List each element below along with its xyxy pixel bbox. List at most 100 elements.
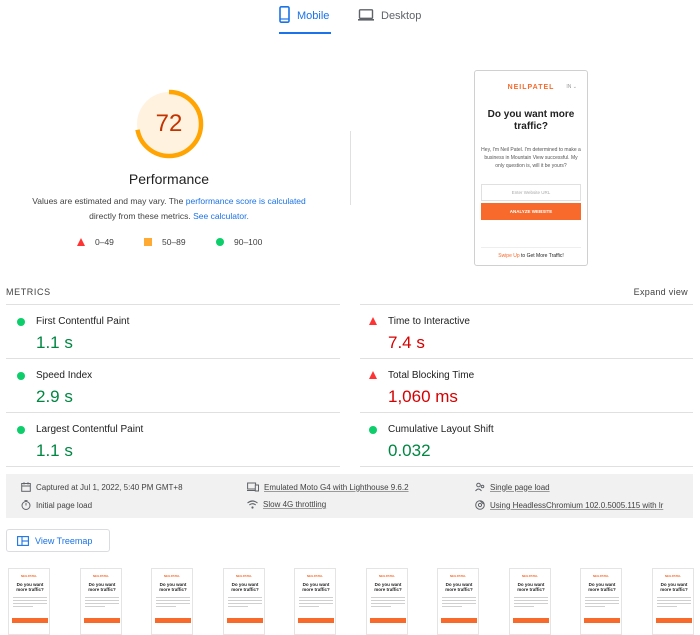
initial-page-load-text: Initial page load xyxy=(36,500,93,510)
pass-circle-icon xyxy=(17,426,25,434)
timer-icon xyxy=(21,500,31,510)
people-icon xyxy=(475,482,485,492)
square-icon xyxy=(144,238,152,246)
metric-name: Speed Index xyxy=(36,370,93,381)
device-tabs: Mobile Desktop xyxy=(0,0,700,34)
captured-at-text: Captured at Jul 1, 2022, 5:40 PM GMT+8 xyxy=(36,482,183,492)
globe-icon xyxy=(475,500,485,510)
network-throttling-text: Slow 4G throttling xyxy=(263,500,327,509)
thumbnail-text-line xyxy=(442,597,476,598)
thumbnail-headline: Do you want more traffic? xyxy=(660,582,688,592)
metric-value: 7.4 s xyxy=(388,333,425,352)
circle-icon xyxy=(216,238,224,246)
thumbnail-text-line xyxy=(156,603,190,604)
filmstrip-thumbnail: NEILPATEL Do you want more traffic? xyxy=(580,568,622,635)
thumbnail-brand: NEILPATEL xyxy=(378,574,396,578)
thumbnail-text-line xyxy=(228,606,248,607)
view-treemap-button[interactable]: View Treemap xyxy=(6,529,110,552)
filmstrip-thumbnail: NEILPATEL Do you want more traffic? xyxy=(8,568,50,635)
network-throttling[interactable]: Slow 4G throttling xyxy=(247,500,326,509)
metric-name: Time to Interactive xyxy=(388,316,470,327)
legend-pass: 90–100 xyxy=(216,236,262,248)
triangle-icon xyxy=(77,238,85,246)
tab-mobile[interactable]: Mobile xyxy=(279,6,331,34)
smartphone-icon xyxy=(279,6,290,23)
emulated-device-text: Emulated Moto G4 with Lighthouse 9.6.2 xyxy=(264,482,409,492)
thumbnail-headline: Do you want more traffic? xyxy=(588,582,616,592)
pass-circle-icon xyxy=(369,426,377,434)
thumbnail-text-line xyxy=(13,603,47,604)
tab-desktop[interactable]: Desktop xyxy=(358,6,428,34)
thumbnail-text-line xyxy=(228,600,262,601)
pass-circle-icon xyxy=(17,318,25,326)
thumbnail-button xyxy=(513,618,549,623)
thumbnail-button xyxy=(298,618,334,623)
thumbnail-headline: Do you want more traffic? xyxy=(159,582,187,592)
legend-fail-label: 0–49 xyxy=(95,237,114,247)
divider xyxy=(350,131,351,205)
emulated-device[interactable]: Emulated Moto G4 with Lighthouse 9.6.2 xyxy=(247,482,409,492)
score-note-text-2: directly from these metrics. xyxy=(89,211,194,221)
swipe-highlight: Swipe Up xyxy=(498,253,520,259)
thumbnail-text-line xyxy=(13,600,47,601)
metric-name: Cumulative Layout Shift xyxy=(388,424,494,435)
fail-triangle-icon xyxy=(369,371,377,379)
thumbnail-brand: NEILPATEL xyxy=(449,574,467,578)
thumbnail-headline: Do you want more traffic? xyxy=(302,582,330,592)
metrics-heading: METRICS xyxy=(6,287,51,297)
thumbnail-text-line xyxy=(299,597,333,598)
thumbnail-brand: NEILPATEL xyxy=(592,574,610,578)
thumbnail-text-line xyxy=(514,606,534,607)
captured-at: Captured at Jul 1, 2022, 5:40 PM GMT+8 xyxy=(21,482,183,492)
swipe-rest: to Get More Traffic! xyxy=(519,253,564,259)
thumbnail-text-line xyxy=(156,600,190,601)
screenshot-swipe-banner: Swipe Up to Get More Traffic! xyxy=(481,247,581,259)
thumbnail-headline: Do you want more traffic? xyxy=(374,582,402,592)
thumbnail-text-line xyxy=(371,606,391,607)
performance-score-link[interactable]: performance score is calculated xyxy=(186,196,306,206)
thumbnail-text-line xyxy=(13,606,33,607)
view-treemap-label: View Treemap xyxy=(35,535,93,546)
expand-view-toggle[interactable]: Expand view xyxy=(634,287,688,297)
thumbnail-text-line xyxy=(371,597,405,598)
tab-desktop-label: Desktop xyxy=(381,10,422,22)
performance-title: Performance xyxy=(128,171,210,187)
filmstrip-thumbnail: NEILPATEL Do you want more traffic? xyxy=(366,568,408,635)
thumbnail-brand: NEILPATEL xyxy=(235,574,253,578)
thumbnail-text-line xyxy=(442,603,476,604)
legend-pass-label: 90–100 xyxy=(234,237,263,247)
thumbnail-headline: Do you want more traffic? xyxy=(16,582,44,592)
thumbnail-brand: NEILPATEL xyxy=(92,574,110,578)
screenshot-analyze-button: ANALYZE WEBSITE xyxy=(481,203,581,220)
initial-page-load: Initial page load xyxy=(21,500,92,510)
single-page-load[interactable]: Single page load xyxy=(475,482,550,492)
divider xyxy=(360,304,693,305)
screenshot-url-field: Enter Website URL xyxy=(481,184,581,201)
thumbnail-text-line xyxy=(228,603,262,604)
thumbnail-text-line xyxy=(371,600,405,601)
thumbnail-text-line xyxy=(514,603,548,604)
metric-name: Largest Contentful Paint xyxy=(36,424,144,435)
single-page-load-text: Single page load xyxy=(490,482,550,492)
thumbnail-text-line xyxy=(299,600,333,601)
thumbnail-text-line xyxy=(585,600,619,601)
thumbnail-text-line xyxy=(85,606,105,607)
thumbnail-text-line xyxy=(156,606,176,607)
legend-average: 50–89 xyxy=(144,236,186,248)
monitor-icon xyxy=(358,9,374,21)
metric-total-blocking-time: Total Blocking Time 1,060 ms xyxy=(358,367,688,421)
final-screenshot[interactable]: NEILPATEL IN ⌄ Do you want more traffic?… xyxy=(474,70,588,266)
thumbnail-button xyxy=(227,618,263,623)
browser-version[interactable]: Using HeadlessChromium 102.0.5005.115 wi… xyxy=(475,500,663,510)
metric-name: First Contentful Paint xyxy=(36,316,130,327)
thumbnail-text-line xyxy=(514,600,548,601)
performance-score-gauge: 72 xyxy=(133,88,205,160)
thumbnail-text-line xyxy=(85,597,119,598)
metric-cumulative-layout-shift: Cumulative Layout Shift 0.032 xyxy=(358,421,688,475)
screenshot-language-menu: IN ⌄ xyxy=(566,84,577,90)
thumbnail-headline: Do you want more traffic? xyxy=(88,582,116,592)
filmstrip-thumbnail: NEILPATEL Do you want more traffic? xyxy=(151,568,193,635)
filmstrip-thumbnail: NEILPATEL Do you want more traffic? xyxy=(294,568,336,635)
tab-mobile-label: Mobile xyxy=(297,10,330,22)
calculator-link[interactable]: See calculator. xyxy=(193,211,249,221)
